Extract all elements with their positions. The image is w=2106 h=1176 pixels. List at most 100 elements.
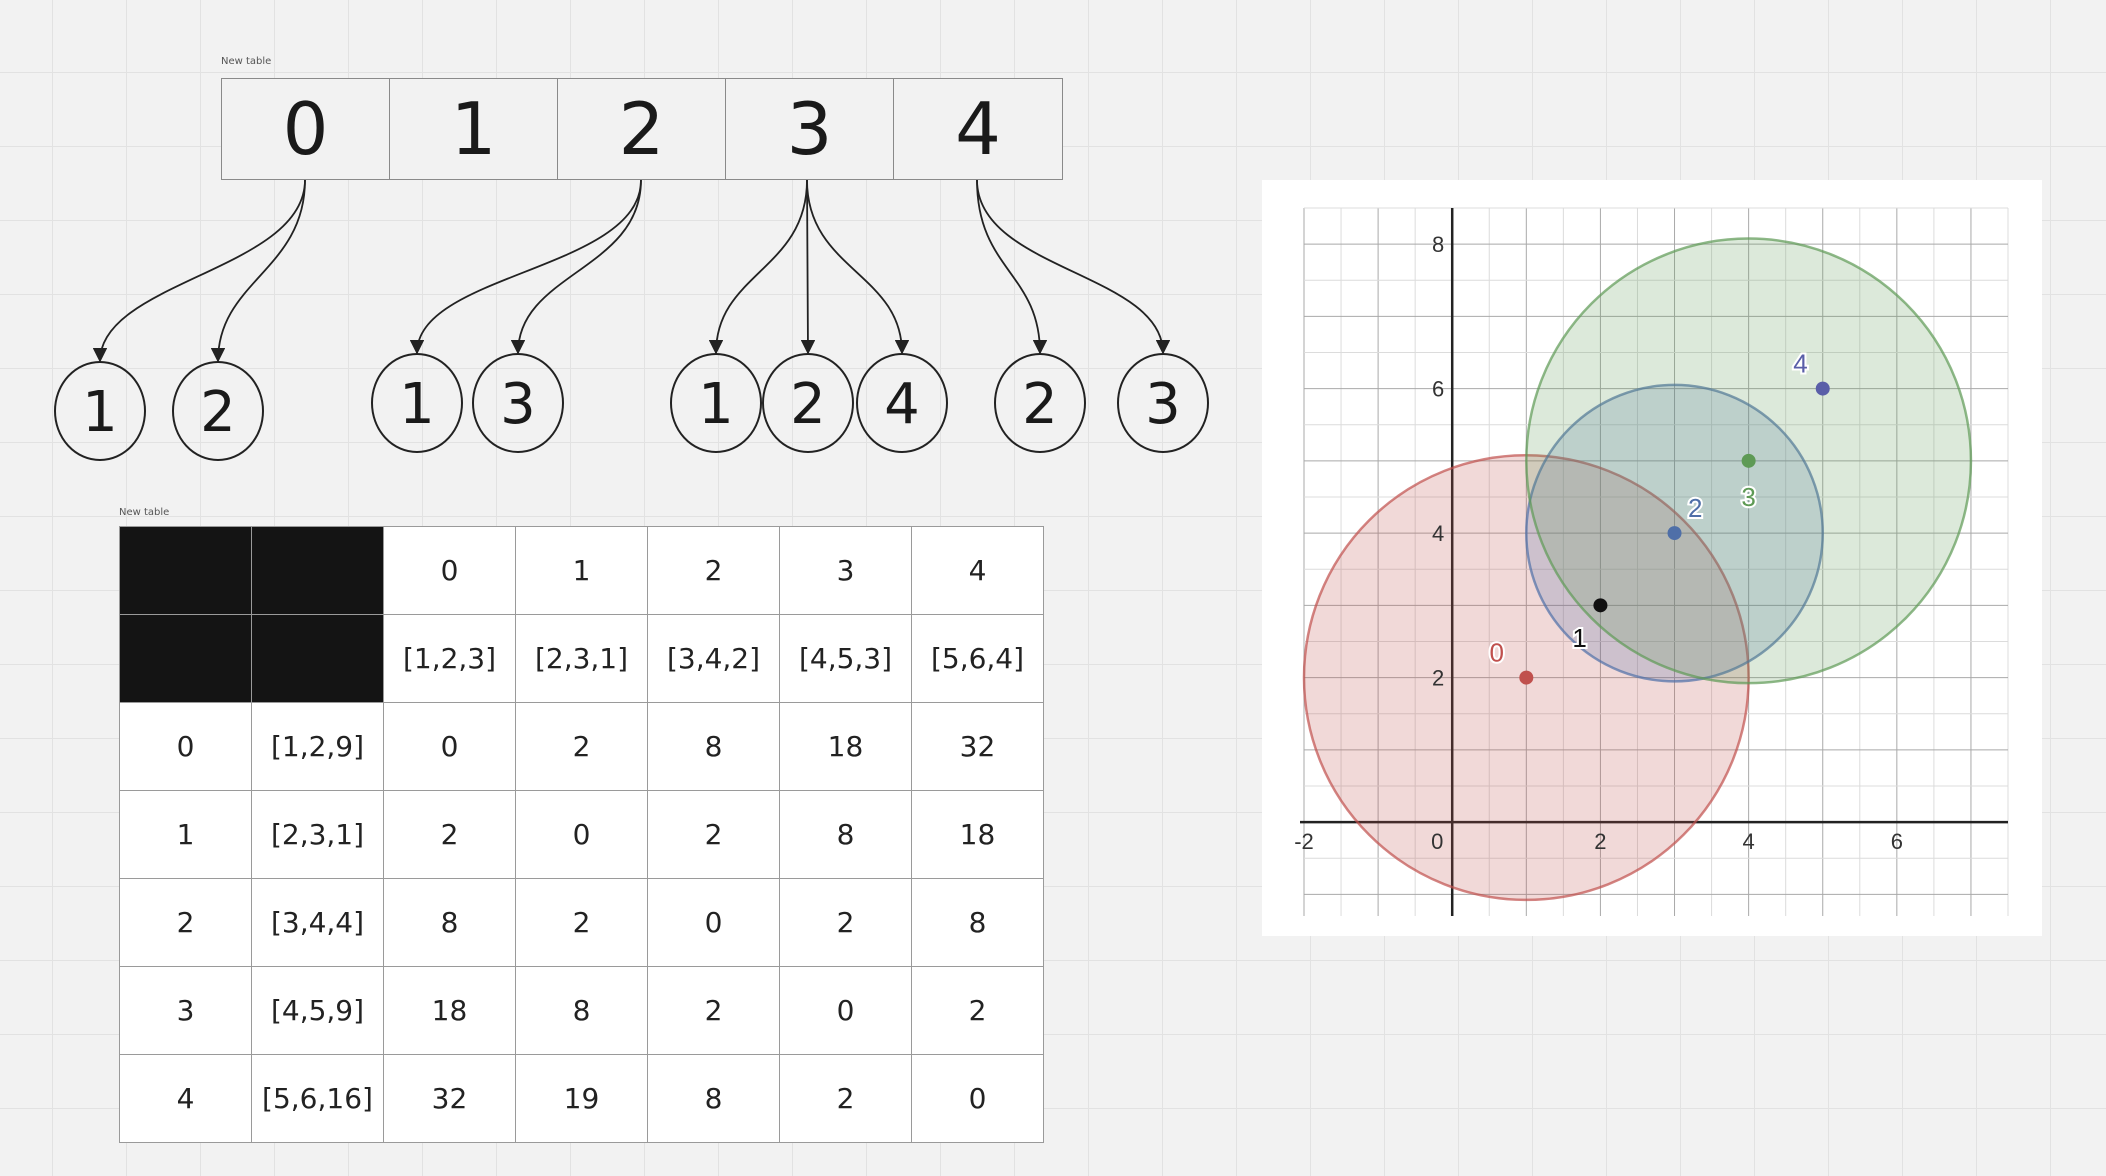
y-tick-label: 6 (1432, 377, 1444, 402)
distance-cell[interactable]: 2 (779, 1054, 912, 1143)
distance-cell[interactable]: 8 (647, 1054, 780, 1143)
y-tick-label: 4 (1432, 521, 1444, 546)
header-coord-cell[interactable]: [5,6,4] (911, 614, 1044, 703)
header-index-cell[interactable]: 3 (779, 526, 912, 615)
tree-node-label: 4 (884, 372, 920, 437)
tree-edge (800, 179, 816, 355)
tree-edge (708, 179, 808, 355)
row-index-cell[interactable]: 3 (119, 966, 252, 1055)
row-index-cell[interactable]: 0 (119, 702, 252, 791)
distance-cell[interactable]: 32 (383, 1054, 516, 1143)
row-coord-cell[interactable]: [5,6,16] (251, 1054, 384, 1143)
row-index-cell[interactable]: 4 (119, 1054, 252, 1143)
point-label: 2 (1688, 493, 1702, 523)
tree-node[interactable]: 3 (472, 353, 564, 453)
row-coord-cell[interactable]: [4,5,9] (251, 966, 384, 1055)
header-index-cell[interactable]: 1 (515, 526, 648, 615)
distance-cell[interactable]: 8 (647, 702, 780, 791)
blank-header-cell[interactable] (251, 614, 384, 703)
tree-node[interactable]: 1 (670, 353, 762, 453)
row-coord-cell[interactable]: [1,2,9] (251, 702, 384, 791)
matrix-table-caption: New table (119, 507, 170, 518)
distance-cell[interactable]: 0 (779, 966, 912, 1055)
tree-node[interactable]: 2 (172, 361, 264, 461)
tree-edge (210, 179, 306, 363)
header-row-index: 01234 (119, 526, 1044, 615)
distance-cell[interactable]: 0 (911, 1054, 1044, 1143)
blank-header-cell[interactable] (119, 614, 252, 703)
distance-cell[interactable]: 8 (383, 878, 516, 967)
point-2[interactable] (1667, 526, 1682, 541)
distance-cell[interactable]: 18 (779, 702, 912, 791)
header-coord-cell[interactable]: [1,2,3] (383, 614, 516, 703)
row-index-cell[interactable]: 1 (119, 790, 252, 879)
distance-cell[interactable]: 8 (779, 790, 912, 879)
header-coord-cell[interactable]: [3,4,2] (647, 614, 780, 703)
tree-node-label: 3 (1145, 372, 1181, 437)
tree-node[interactable]: 2 (994, 353, 1086, 453)
distance-cell[interactable]: 2 (515, 702, 648, 791)
tree-node[interactable]: 4 (856, 353, 948, 453)
row-coord-cell[interactable]: [3,4,4] (251, 878, 384, 967)
distance-cell[interactable]: 2 (647, 966, 780, 1055)
tree-node[interactable]: 1 (371, 353, 463, 453)
header-index-cell[interactable]: 4 (911, 526, 1044, 615)
tree-node-label: 2 (1022, 372, 1058, 437)
y-tick-label: 8 (1432, 232, 1444, 257)
point-label: 0 (1489, 637, 1503, 667)
x-tick-label: 2 (1594, 829, 1606, 854)
point-0[interactable] (1519, 670, 1534, 685)
point-1[interactable] (1593, 598, 1608, 613)
x-tick-label: -2 (1294, 829, 1314, 854)
table-row: 2 [3,4,4] 8 2 0 2 8 (119, 878, 1044, 967)
header-row-coords: [1,2,3] [2,3,1] [3,4,2] [4,5,3] [5,6,4] (119, 614, 1044, 703)
circle-graph-panel[interactable]: -2 0 2 4 6 2 4 6 8 0 1 2 3 4 (1262, 180, 2042, 936)
distance-cell[interactable]: 8 (911, 878, 1044, 967)
distance-cell[interactable]: 0 (647, 878, 780, 967)
row-index-cell[interactable]: 2 (119, 878, 252, 967)
tree-edge (92, 179, 306, 363)
tree-node-label: 3 (500, 372, 536, 437)
table-row: 0 [1,2,9] 0 2 8 18 32 (119, 702, 1044, 791)
table-row: 1 [2,3,1] 2 0 2 8 18 (119, 790, 1044, 879)
point-label: 3 (1741, 482, 1755, 512)
distance-cell[interactable]: 2 (911, 966, 1044, 1055)
tree-node[interactable]: 3 (1117, 353, 1209, 453)
distance-cell[interactable]: 32 (911, 702, 1044, 791)
row-coord-cell[interactable]: [2,3,1] (251, 790, 384, 879)
tree-node[interactable]: 1 (54, 361, 146, 461)
distance-cell[interactable]: 2 (383, 790, 516, 879)
header-coord-cell[interactable]: [4,5,3] (779, 614, 912, 703)
table-row: 3 [4,5,9] 18 8 2 0 2 (119, 966, 1044, 1055)
distance-cell[interactable]: 19 (515, 1054, 648, 1143)
distance-cell[interactable]: 18 (911, 790, 1044, 879)
distance-cell[interactable]: 0 (515, 790, 648, 879)
distance-cell[interactable]: 2 (647, 790, 780, 879)
distance-cell[interactable]: 2 (515, 878, 648, 967)
distance-matrix-table[interactable]: 0 1 2 3 4 [1,2,3] [2,3,1] [3,4,2] [4,5,3] [5,6,4]… (119, 526, 1044, 1143)
header-index-cell[interactable]: 2 (647, 526, 780, 615)
table-row: 4 [5,6,16] 32 19 8 2 0 (119, 1054, 1044, 1143)
circle-graph[interactable]: -2 0 2 4 6 2 4 6 8 0 1 2 3 4 (1262, 180, 2042, 936)
distance-cell[interactable]: 18 (383, 966, 516, 1055)
tree-edge (409, 179, 642, 355)
point-4[interactable] (1815, 381, 1830, 396)
distance-cell[interactable]: 2 (779, 878, 912, 967)
tree-node-label: 2 (790, 372, 826, 437)
blank-header-cell[interactable] (119, 526, 252, 615)
header-index-cell[interactable]: 0 (383, 526, 516, 615)
point-3[interactable] (1741, 453, 1756, 468)
tree-edge (806, 179, 910, 355)
tree-edge (976, 179, 1048, 355)
blank-header-cell[interactable] (251, 526, 384, 615)
tree-node-label: 1 (399, 372, 435, 437)
distance-cell[interactable]: 8 (515, 966, 648, 1055)
header-coord-cell[interactable]: [2,3,1] (515, 614, 648, 703)
tree-node[interactable]: 2 (762, 353, 854, 453)
tree-node-label: 2 (200, 380, 236, 445)
tree-node-label: 1 (698, 372, 734, 437)
distance-cell[interactable]: 0 (383, 702, 516, 791)
x-tick-label: 4 (1743, 829, 1755, 854)
y-tick-label: 2 (1432, 666, 1444, 691)
point-label: 1 (1572, 623, 1586, 653)
